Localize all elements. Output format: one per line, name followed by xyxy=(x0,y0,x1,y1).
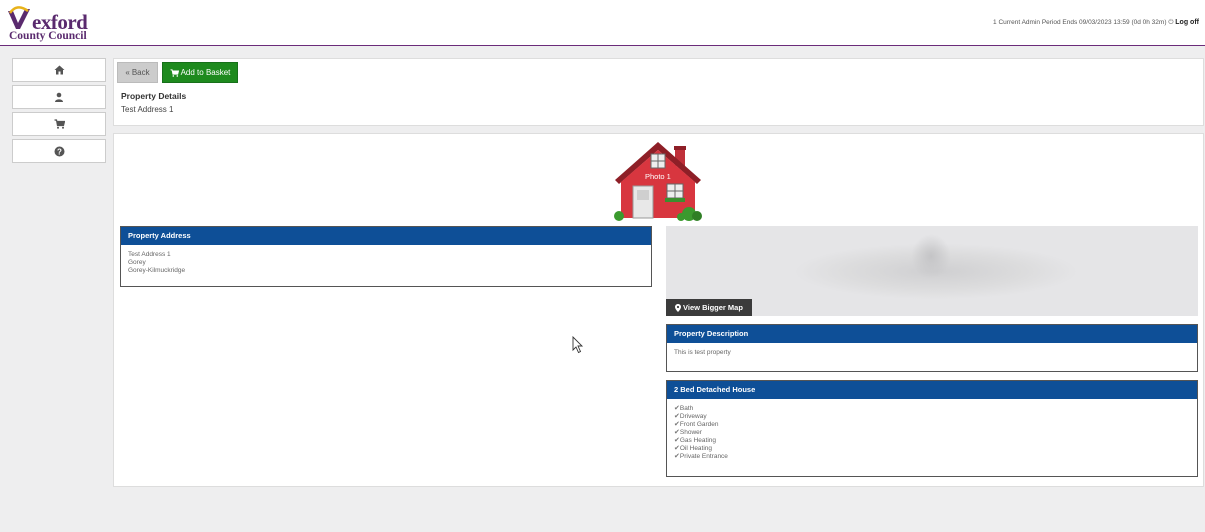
property-address-subtitle: Test Address 1 xyxy=(121,105,174,114)
property-header-panel: « Back Add to Basket Property Details Te… xyxy=(113,58,1204,126)
feature-item: ✔Oil Heating xyxy=(674,445,713,452)
property-address-header: Property Address xyxy=(121,227,651,245)
help-icon: ? xyxy=(54,146,64,156)
property-description-text: This is test property xyxy=(674,349,731,356)
double-chevron-left-icon: « xyxy=(125,68,130,77)
add-to-basket-label: Add to Basket xyxy=(180,68,231,77)
page-title: Property Details xyxy=(121,91,187,101)
admin-period-text: 1 Current Admin Period Ends 09/03/2023 1… xyxy=(993,19,1167,26)
house-features-box: 2 Bed Detached House ✔Bath ✔Driveway ✔Fr… xyxy=(666,380,1198,477)
property-main-panel: Photo 1 Property Address Test Address 1 … xyxy=(113,133,1204,487)
feature-item: ✔Private Entrance xyxy=(674,453,728,460)
mouse-cursor-icon xyxy=(572,336,584,354)
admin-status: 1 Current Admin Period Ends 09/03/2023 1… xyxy=(993,19,1199,27)
top-bar: exford County Council 1 Current Admin Pe… xyxy=(0,0,1205,46)
nav-user-button[interactable] xyxy=(12,85,106,109)
cart-icon xyxy=(170,68,179,77)
address-line: Gorey-Kilmuckridge xyxy=(128,267,186,274)
feature-item: ✔Gas Heating xyxy=(674,437,717,444)
photo-label: Photo 1 xyxy=(645,172,671,181)
cart-icon xyxy=(54,119,65,129)
map-marker-icon xyxy=(675,303,682,312)
power-icon: ⏻ xyxy=(1168,19,1174,26)
address-line: Test Address 1 xyxy=(128,251,171,258)
back-label: Back xyxy=(131,68,150,77)
property-description-body: This is test property xyxy=(667,343,1197,363)
nav-basket-button[interactable] xyxy=(12,112,106,136)
house-photo[interactable] xyxy=(613,140,703,222)
address-line: Gorey xyxy=(128,259,146,266)
property-address-body: Test Address 1 Gorey Gorey-Kilmuckridge xyxy=(121,245,651,281)
council-logo[interactable]: exford County Council xyxy=(6,0,116,46)
add-to-basket-button[interactable]: Add to Basket xyxy=(162,62,238,83)
home-icon xyxy=(54,65,64,75)
nav-home-button[interactable] xyxy=(12,58,106,82)
back-button[interactable]: « Back xyxy=(117,62,158,83)
feature-item: ✔Shower xyxy=(674,429,702,436)
house-features-list: ✔Bath ✔Driveway ✔Front Garden ✔Shower ✔G… xyxy=(667,399,1197,467)
feature-item: ✔Bath xyxy=(674,405,694,412)
logoff-link[interactable]: Log off xyxy=(1175,19,1199,26)
property-description-box: Property Description This is test proper… xyxy=(666,324,1198,372)
view-bigger-map-label: View Bigger Map xyxy=(683,303,743,312)
user-icon xyxy=(55,92,63,102)
view-bigger-map-button[interactable]: View Bigger Map xyxy=(666,299,752,316)
property-description-header: Property Description xyxy=(667,325,1197,343)
property-address-box: Property Address Test Address 1 Gorey Go… xyxy=(120,226,652,287)
svg-text:?: ? xyxy=(57,147,62,156)
feature-item: ✔Driveway xyxy=(674,413,707,420)
nav-help-button[interactable]: ? xyxy=(12,139,106,163)
logo-subtext: County Council xyxy=(9,30,87,42)
side-nav: ? xyxy=(12,58,106,166)
feature-item: ✔Front Garden xyxy=(674,421,719,428)
house-features-header: 2 Bed Detached House xyxy=(667,381,1197,399)
